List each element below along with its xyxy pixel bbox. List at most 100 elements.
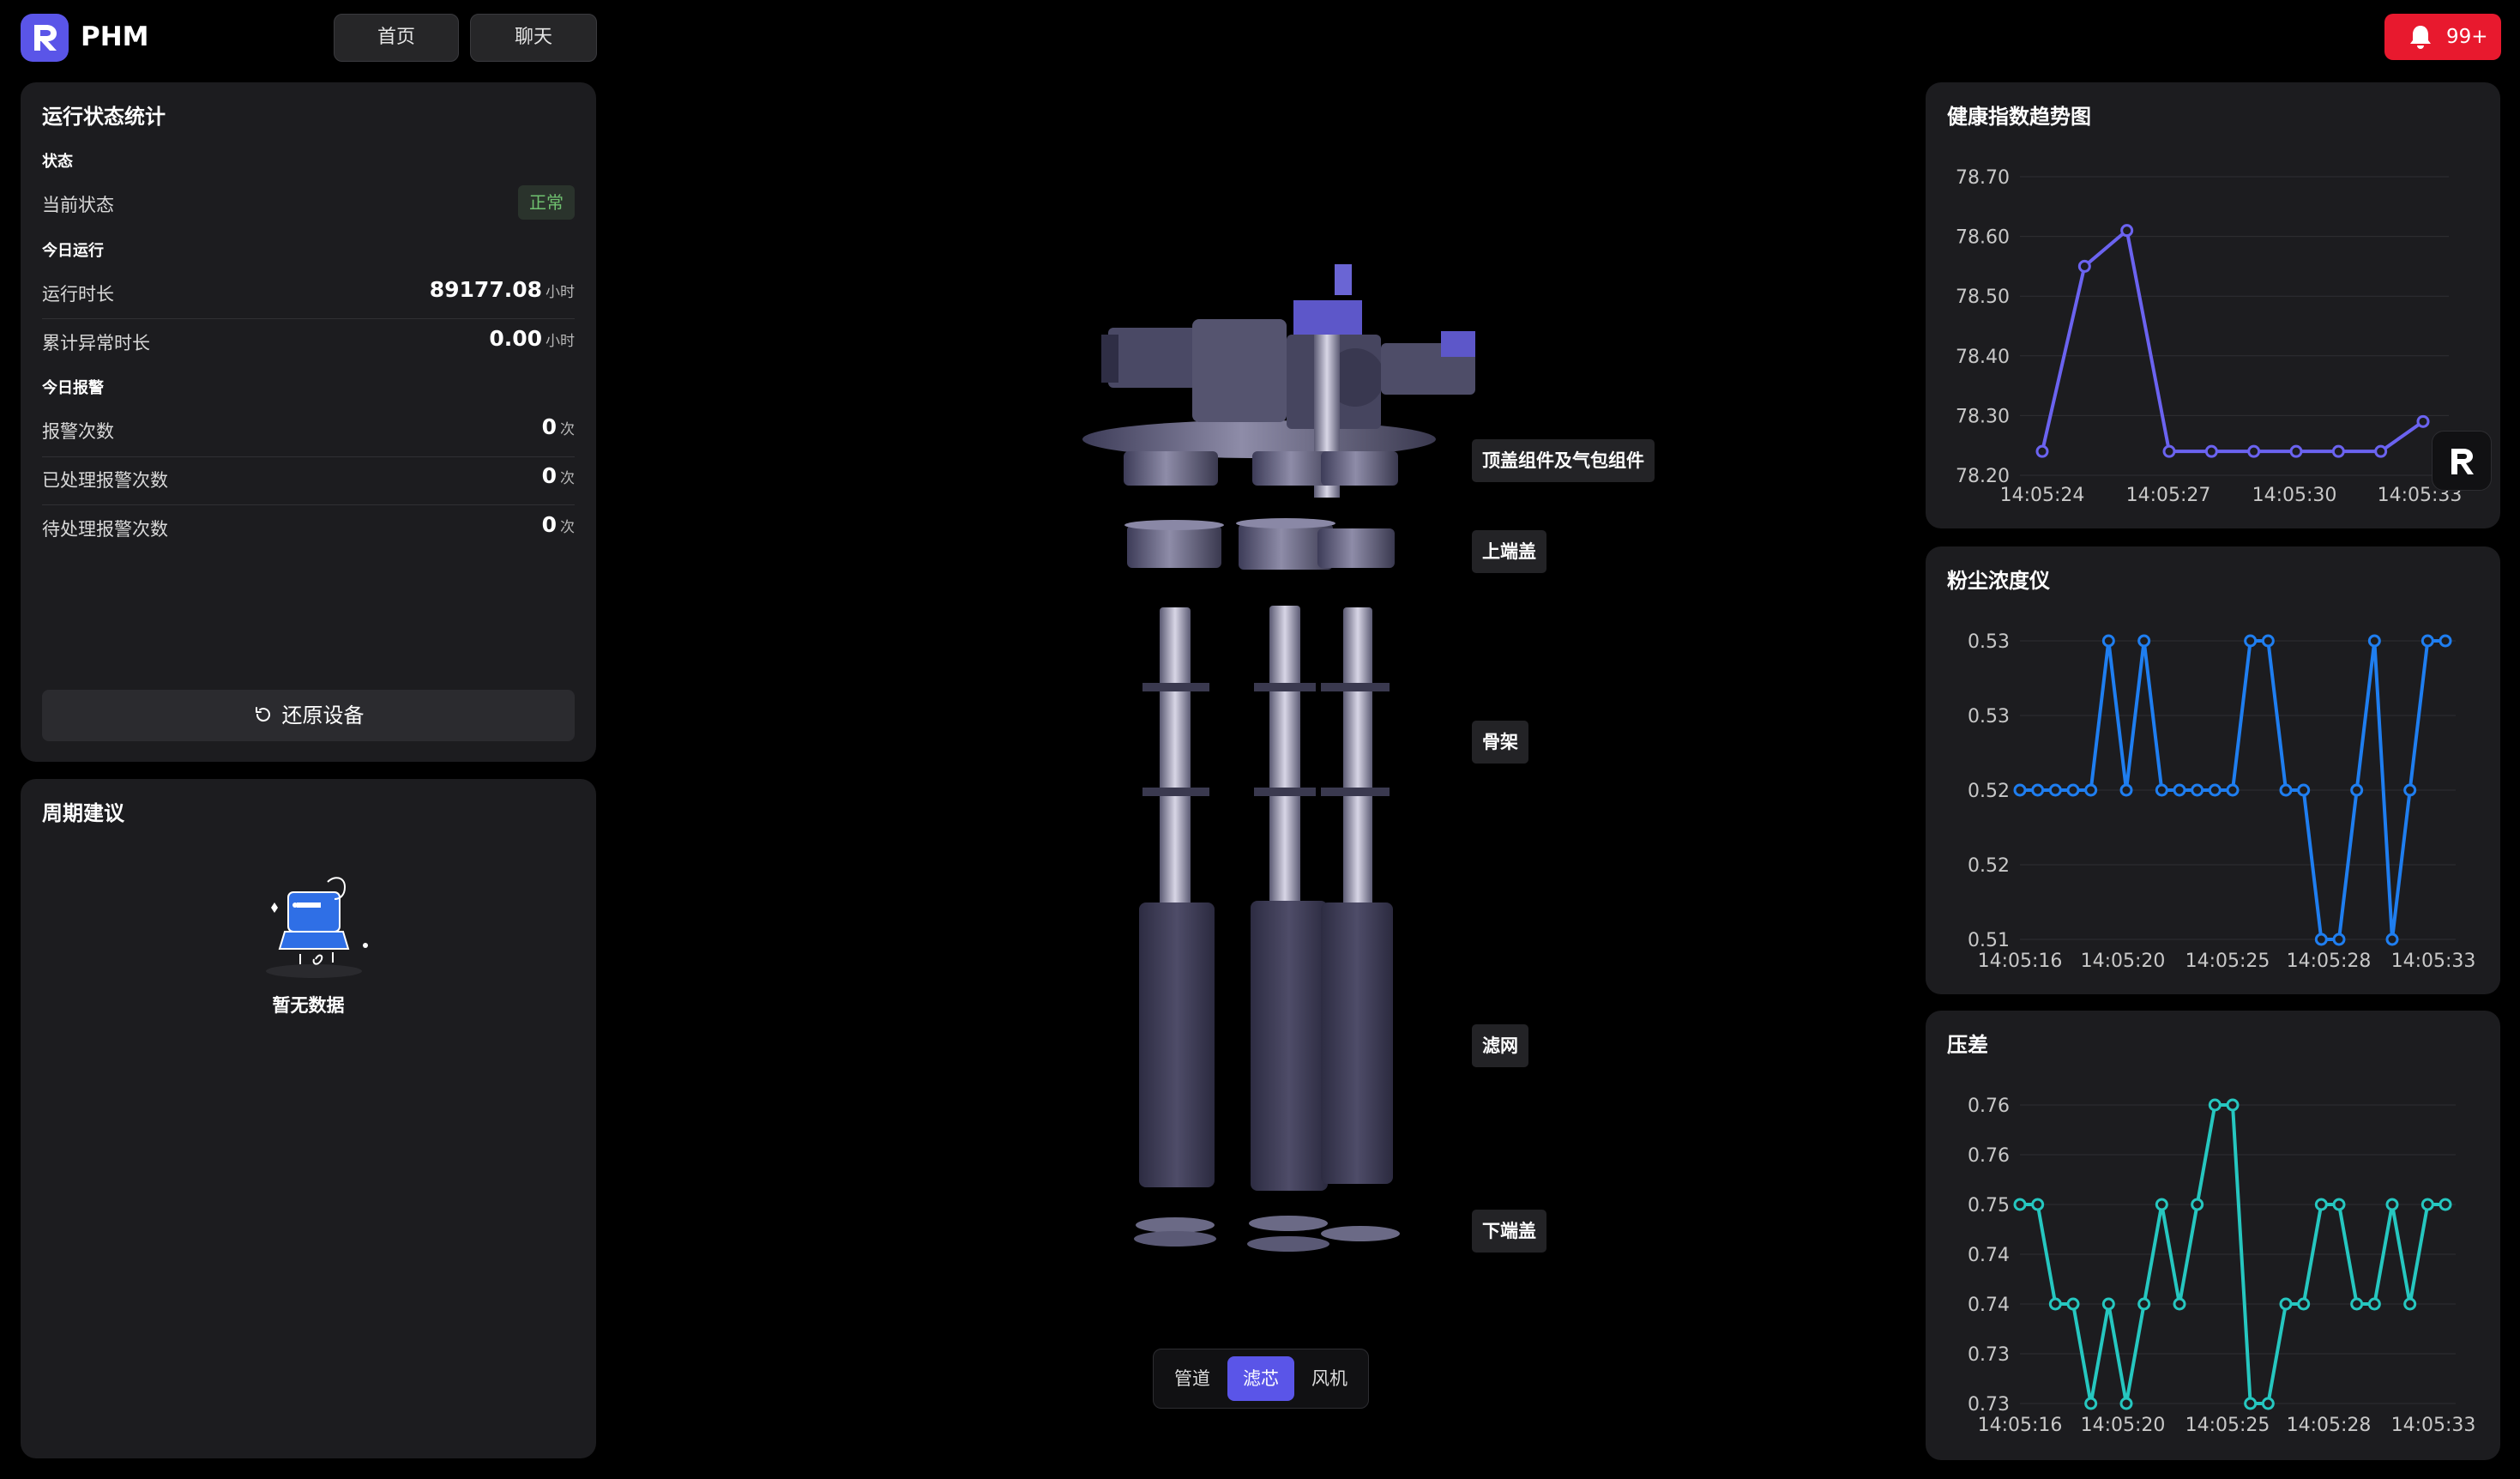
group-today-run-heading: 今日运行 (42, 242, 104, 260)
x-tick-label: 14:05:25 (2185, 951, 2270, 972)
upper-caps[interactable] (1124, 518, 1395, 570)
top-cover-assembly[interactable] (1082, 264, 1475, 498)
alarm-count-value: 0次 (542, 414, 575, 439)
notification-count: 99+ (2446, 26, 2488, 48)
data-point (2350, 783, 2364, 797)
data-point (2101, 634, 2115, 648)
notification-button[interactable]: 99+ (2384, 14, 2501, 60)
frame-rods[interactable] (1142, 606, 1390, 909)
y-tick-label: 78.30 (1956, 406, 2010, 427)
tab-fan[interactable]: 风机 (1296, 1356, 1363, 1401)
data-point (2066, 1297, 2080, 1311)
tab-pipe[interactable]: 管道 (1159, 1356, 1226, 1401)
data-point (2289, 444, 2303, 458)
component-tab-switch: 管道 滤芯 风机 (1153, 1349, 1369, 1409)
y-tick-label: 78.40 (1956, 347, 2010, 368)
data-point (2084, 1397, 2098, 1410)
logo-r-icon (34, 25, 57, 51)
data-point (2350, 1297, 2364, 1311)
tab-filter-core[interactable]: 滤芯 (1227, 1356, 1294, 1401)
y-tick-label: 78.50 (1956, 287, 2010, 308)
label-top-cover[interactable]: 顶盖组件及气包组件 (1472, 439, 1655, 482)
assistant-button[interactable] (2432, 431, 2492, 491)
run-time-unit: 小时 (546, 284, 575, 301)
data-point (2385, 933, 2399, 946)
data-point (2013, 1198, 2027, 1211)
data-point (2439, 1198, 2452, 1211)
lower-caps[interactable] (1134, 1216, 1400, 1252)
data-point (2048, 783, 2062, 797)
handled-alarm-label: 已处理报警次数 (42, 470, 168, 491)
y-tick-label: 0.53 (1968, 706, 2010, 727)
x-tick-label: 14:05:28 (2287, 1415, 2372, 1436)
data-point (2279, 783, 2293, 797)
handled-alarm-unit: 次 (560, 470, 575, 487)
pending-alarm-unit: 次 (560, 519, 575, 536)
data-point (2013, 783, 2027, 797)
nav-home-button[interactable]: 首页 (334, 14, 459, 62)
y-tick-label: 0.73 (1968, 1344, 2010, 1366)
empty-state-text: 暂无数据 (272, 995, 345, 1016)
label-frame[interactable]: 骨架 (1472, 721, 1528, 764)
y-tick-label: 78.60 (1956, 227, 2010, 249)
y-tick-label: 0.74 (1968, 1295, 2010, 1316)
dust-concentration-line-chart[interactable]: 0.51 0.52 0.52 0.53 0.53 14:05:16 14:05:20 14:0… (1926, 546, 2500, 994)
run-time-number: 89177.08 (429, 277, 542, 302)
x-tick-label: 14:05:16 (1978, 1415, 2063, 1436)
data-point (2421, 634, 2434, 648)
status-badge: 正常 (518, 185, 575, 220)
app-logo (21, 14, 69, 62)
abnormal-time-value: 0.00 小时 (489, 326, 575, 351)
data-point (2048, 1297, 2062, 1311)
y-tick-label: 0.52 (1968, 781, 2010, 802)
data-point (2119, 783, 2133, 797)
data-point (2367, 634, 2381, 648)
run-time-label: 运行时长 (42, 284, 114, 305)
health-chart-panel: 健康指数趋势图 78.20 78.30 78.40 78.50 78.60 78.70 14… (1926, 82, 2500, 528)
y-tick-label: 0.73 (1968, 1394, 2010, 1416)
data-point (2374, 444, 2388, 458)
y-tick-label: 0.75 (1968, 1195, 2010, 1216)
data-point (2137, 1297, 2151, 1311)
reset-icon (255, 707, 270, 722)
pending-alarm-number: 0 (541, 512, 557, 537)
status-panel-title: 运行状态统计 (42, 105, 166, 129)
x-tick-label: 14:05:28 (2287, 951, 2372, 972)
pressure-chart-panel: 压差 0.73 0.73 0.74 0.74 0.75 0.76 0.76 14:05:16 1… (1926, 1011, 2500, 1460)
data-point (2191, 1198, 2204, 1211)
data-point (2279, 1297, 2293, 1311)
series-line (2041, 226, 2425, 454)
filter-screens[interactable] (1139, 901, 1393, 1191)
divider (42, 504, 575, 505)
divider (42, 318, 575, 319)
label-lower-cap[interactable]: 下端盖 (1472, 1210, 1546, 1253)
data-point (2119, 1397, 2133, 1410)
x-tick-label: 14:05:16 (1978, 951, 2063, 972)
label-upper-cap[interactable]: 上端盖 (1472, 530, 1546, 573)
x-tick-label: 14:05:33 (2391, 1415, 2476, 1436)
alarm-count-label: 报警次数 (42, 421, 114, 442)
data-point (2403, 1297, 2417, 1311)
data-point (2367, 1297, 2381, 1311)
divider (42, 456, 575, 457)
health-index-line-chart[interactable]: 78.2078.3078.4078.5078.6078.7014:05:24 14… (1926, 82, 2500, 528)
data-point (2247, 444, 2261, 458)
x-tick-label: 14:05:33 (2391, 951, 2476, 972)
data-point (2208, 783, 2222, 797)
data-point (2162, 444, 2176, 458)
data-point (2261, 1397, 2275, 1410)
logo-r-icon (2451, 449, 2474, 474)
label-filter[interactable]: 滤网 (1472, 1024, 1528, 1067)
current-status-label: 当前状态 (42, 195, 114, 215)
advice-panel: 周期建议 暂无数据 (21, 779, 596, 1458)
data-point (2226, 783, 2240, 797)
y-tick-label: 0.76 (1968, 1145, 2010, 1167)
data-point (2314, 933, 2328, 946)
nav-chat-button[interactable]: 聊天 (470, 14, 597, 62)
alarm-count-number: 0 (541, 414, 557, 439)
data-point (2297, 1297, 2311, 1311)
data-point (2137, 634, 2151, 648)
pressure-difference-line-chart[interactable]: 0.73 0.73 0.74 0.74 0.75 0.76 0.76 14:05:16 14:0… (1926, 1011, 2500, 1460)
restore-device-button[interactable]: 还原设备 (42, 690, 575, 741)
y-tick-label: 0.52 (1968, 855, 2010, 877)
